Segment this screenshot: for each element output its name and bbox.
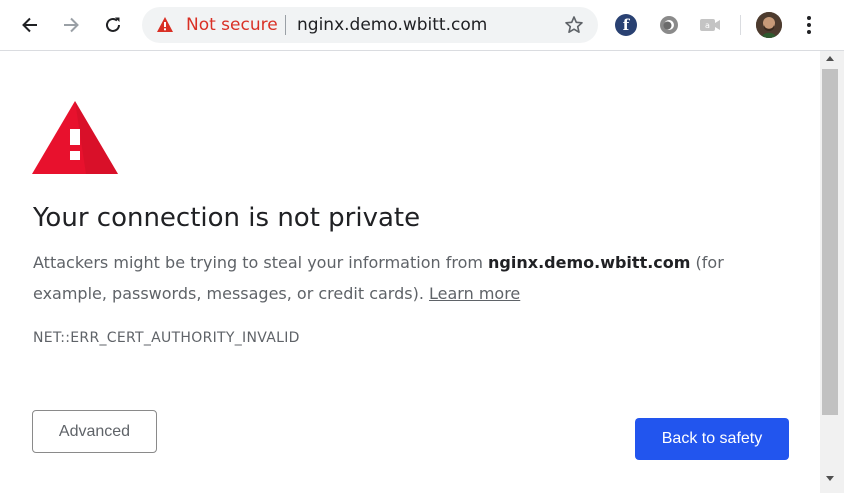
scrollbar-thumb[interactable]	[822, 69, 838, 415]
learn-more-link[interactable]: Learn more	[429, 284, 520, 303]
back-button[interactable]	[14, 9, 46, 41]
more-vert-icon	[807, 16, 811, 34]
reload-button[interactable]	[97, 9, 129, 41]
toolbar-separator	[740, 15, 741, 35]
interstitial-page: Your connection is not private Attackers…	[0, 51, 820, 493]
circle-extension-icon[interactable]	[657, 13, 681, 37]
error-description: Attackers might be trying to steal your …	[33, 247, 773, 309]
svg-text:a: a	[705, 21, 710, 30]
page-title: Your connection is not private	[33, 203, 421, 233]
scroll-up-arrow-icon[interactable]	[826, 56, 834, 61]
error-code: NET::ERR_CERT_AUTHORITY_INVALID	[33, 330, 300, 346]
back-arrow-icon	[22, 17, 37, 33]
warning-icon	[32, 101, 118, 174]
profile-avatar[interactable]	[756, 12, 782, 38]
back-to-safety-button[interactable]: Back to safety	[635, 418, 789, 460]
star-icon[interactable]	[564, 15, 584, 35]
forward-arrow-icon	[64, 17, 79, 33]
fedora-extension-icon[interactable]: f	[614, 13, 638, 37]
camera-extension-icon[interactable]: a	[698, 13, 722, 37]
url-text[interactable]: nginx.demo.wbitt.com	[297, 15, 487, 35]
browser-toolbar: Not secure nginx.demo.wbitt.com f a	[0, 0, 844, 51]
security-status-label[interactable]: Not secure	[186, 15, 278, 35]
reload-icon	[106, 17, 120, 32]
omnibox[interactable]: Not secure nginx.demo.wbitt.com	[142, 7, 598, 43]
hostname-text: nginx.demo.wbitt.com	[488, 253, 691, 272]
description-text: Attackers might be trying to steal your …	[33, 253, 489, 272]
scroll-down-arrow-icon[interactable]	[826, 476, 834, 481]
warning-icon[interactable]	[156, 16, 174, 33]
advanced-button[interactable]: Advanced	[32, 410, 157, 453]
omnibox-separator	[285, 15, 286, 35]
forward-button[interactable]	[55, 9, 87, 41]
menu-button[interactable]	[797, 9, 821, 41]
scrollbar[interactable]	[820, 51, 844, 493]
